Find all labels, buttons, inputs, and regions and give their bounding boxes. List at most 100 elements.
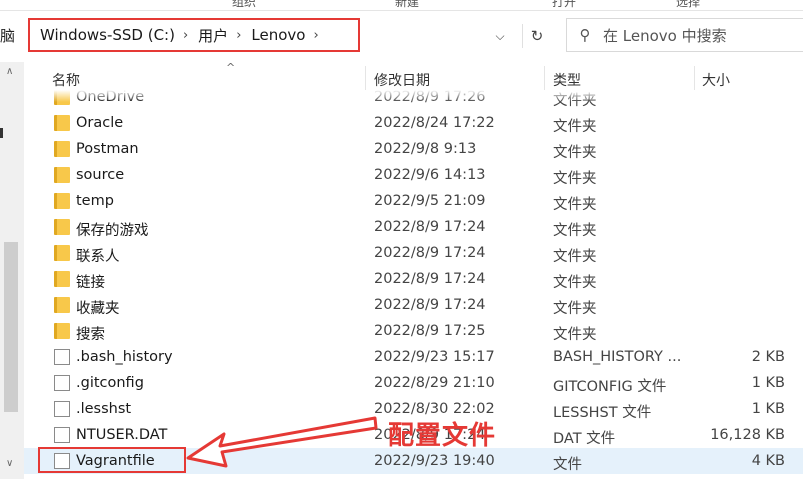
saved-games-icon xyxy=(54,219,70,235)
file-icon xyxy=(54,401,70,417)
file-type: 文件夹 xyxy=(553,119,597,135)
file-type: 文件 xyxy=(553,457,582,473)
file-type: 文件夹 xyxy=(553,223,597,239)
file-date: 2022/8/9 17:24 xyxy=(374,245,486,261)
list-item[interactable]: OneDrive 2022/8/9 17:26 文件夹 xyxy=(24,90,803,110)
file-type: DAT 文件 xyxy=(553,431,616,447)
ribbon-organize-label[interactable]: 组织 xyxy=(232,0,256,10)
annotation-arrow-icon xyxy=(186,416,378,468)
contacts-icon xyxy=(54,245,70,261)
nav-pane-edge xyxy=(0,128,3,138)
file-icon xyxy=(54,349,70,365)
chevron-down-icon: ⌵ xyxy=(495,28,505,43)
file-date: 2022/8/9 17:24 xyxy=(374,219,486,235)
list-item[interactable]: 联系人 2022/8/9 17:24 文件夹 xyxy=(24,240,803,266)
list-item[interactable]: .bash_history 2022/9/23 15:17 BASH_HISTO… xyxy=(24,344,803,370)
folder-icon xyxy=(54,141,70,157)
list-item[interactable]: 收藏夹 2022/8/9 17:24 文件夹 xyxy=(24,292,803,318)
file-date: 2022/9/23 15:17 xyxy=(374,349,495,365)
file-name: .bash_history xyxy=(76,349,173,365)
folder-icon xyxy=(54,167,70,183)
breadcrumb-lenovo[interactable]: Lenovo xyxy=(251,26,305,44)
refresh-button[interactable]: ↻ xyxy=(522,24,551,48)
file-date: 2022/9/8 9:13 xyxy=(374,141,477,157)
file-name: 搜索 xyxy=(76,327,105,343)
folder-icon xyxy=(54,193,70,209)
breadcrumb[interactable]: Windows-SSD (C:) › 用户 › Lenovo › xyxy=(28,18,360,52)
file-icon xyxy=(54,375,70,391)
file-name: OneDrive xyxy=(76,90,145,105)
file-date: 2022/8/29 21:10 xyxy=(374,375,495,391)
file-type: LESSHST 文件 xyxy=(553,405,652,421)
column-divider[interactable] xyxy=(365,66,366,90)
address-history-button[interactable]: ⌵ xyxy=(488,24,512,48)
list-item[interactable]: 链接 2022/8/9 17:24 文件夹 xyxy=(24,266,803,292)
file-type: 文件夹 xyxy=(553,93,597,109)
file-type: 文件夹 xyxy=(553,197,597,213)
column-divider[interactable] xyxy=(544,66,545,90)
favorites-icon xyxy=(54,297,70,313)
list-item[interactable]: Oracle 2022/8/24 17:22 文件夹 xyxy=(24,110,803,136)
file-name: 联系人 xyxy=(76,249,120,265)
nav-pane-fragment[interactable]: 脑 xyxy=(0,25,15,46)
column-header-size[interactable]: 大小 xyxy=(702,70,730,90)
file-type: 文件夹 xyxy=(553,301,597,317)
vertical-scrollbar[interactable]: ∧ ∨ xyxy=(0,62,24,479)
ribbon-open-label[interactable]: 打开 xyxy=(552,0,576,10)
annotation-highlight-box xyxy=(38,447,186,473)
search-input[interactable]: ⚲ 在 Lenovo 中搜索 xyxy=(566,18,803,52)
search-placeholder: 在 Lenovo 中搜索 xyxy=(603,26,727,45)
file-name: .gitconfig xyxy=(76,375,144,391)
column-header-date[interactable]: 修改日期 xyxy=(374,70,430,90)
file-type: GITCONFIG 文件 xyxy=(553,379,667,395)
refresh-icon: ↻ xyxy=(530,27,544,45)
file-date: 2022/9/23 19:40 xyxy=(374,453,495,469)
breadcrumb-users[interactable]: 用户 xyxy=(198,25,228,46)
file-date: 2022/8/9 17:25 xyxy=(374,323,486,339)
file-size: 4 KB xyxy=(751,453,785,469)
file-type: BASH_HISTORY ... xyxy=(553,349,682,365)
breadcrumb-drive[interactable]: Windows-SSD (C:) xyxy=(40,26,175,44)
file-size: 1 KB xyxy=(751,401,785,417)
file-size: 16,128 KB xyxy=(710,427,785,443)
file-date: 2022/8/9 17:24 xyxy=(374,297,486,313)
scroll-up-icon[interactable]: ∧ xyxy=(6,66,13,77)
folder-icon xyxy=(54,90,70,105)
file-date: 2022/9/5 21:09 xyxy=(374,193,486,209)
file-date: 2022/8/9 17:24 xyxy=(374,271,486,287)
column-header-type[interactable]: 类型 xyxy=(553,70,581,90)
file-name: Postman xyxy=(76,141,139,157)
file-date: 2022/8/24 17:22 xyxy=(374,115,495,131)
list-item[interactable]: .gitconfig 2022/8/29 21:10 GITCONFIG 文件 … xyxy=(24,370,803,396)
list-item[interactable]: source 2022/9/6 14:13 文件夹 xyxy=(24,162,803,188)
chevron-right-icon[interactable]: › xyxy=(236,28,241,43)
ribbon-select-label[interactable]: 选择 xyxy=(676,0,700,10)
list-item[interactable]: Postman 2022/9/8 9:13 文件夹 xyxy=(24,136,803,162)
ribbon-new-label[interactable]: 新建 xyxy=(395,0,419,10)
file-name: source xyxy=(76,167,125,183)
file-name: 收藏夹 xyxy=(76,301,120,317)
chevron-right-icon[interactable]: › xyxy=(313,28,318,43)
list-item[interactable]: 搜索 2022/8/9 17:25 文件夹 xyxy=(24,318,803,344)
file-name: Oracle xyxy=(76,115,124,131)
file-name: NTUSER.DAT xyxy=(76,427,168,443)
column-divider[interactable] xyxy=(694,66,695,90)
scrollbar-thumb[interactable] xyxy=(4,242,18,412)
file-type: 文件夹 xyxy=(553,249,597,265)
chevron-right-icon[interactable]: › xyxy=(183,28,188,43)
links-icon xyxy=(54,271,70,287)
file-size: 2 KB xyxy=(751,349,785,365)
file-name: 保存的游戏 xyxy=(76,223,149,239)
file-type: 文件夹 xyxy=(553,145,597,161)
scroll-down-icon[interactable]: ∨ xyxy=(6,458,13,469)
file-type: 文件夹 xyxy=(553,275,597,291)
list-item[interactable]: temp 2022/9/5 21:09 文件夹 xyxy=(24,188,803,214)
list-item[interactable]: 保存的游戏 2022/8/9 17:24 文件夹 xyxy=(24,214,803,240)
column-header-name[interactable]: 名称 xyxy=(52,70,80,90)
file-size: 1 KB xyxy=(751,375,785,391)
annotation-label: 配置文件 xyxy=(388,421,497,451)
searches-icon xyxy=(54,323,70,339)
file-name: temp xyxy=(76,193,114,209)
file-type: 文件夹 xyxy=(553,171,597,187)
file-date: 2022/9/6 14:13 xyxy=(374,167,486,183)
